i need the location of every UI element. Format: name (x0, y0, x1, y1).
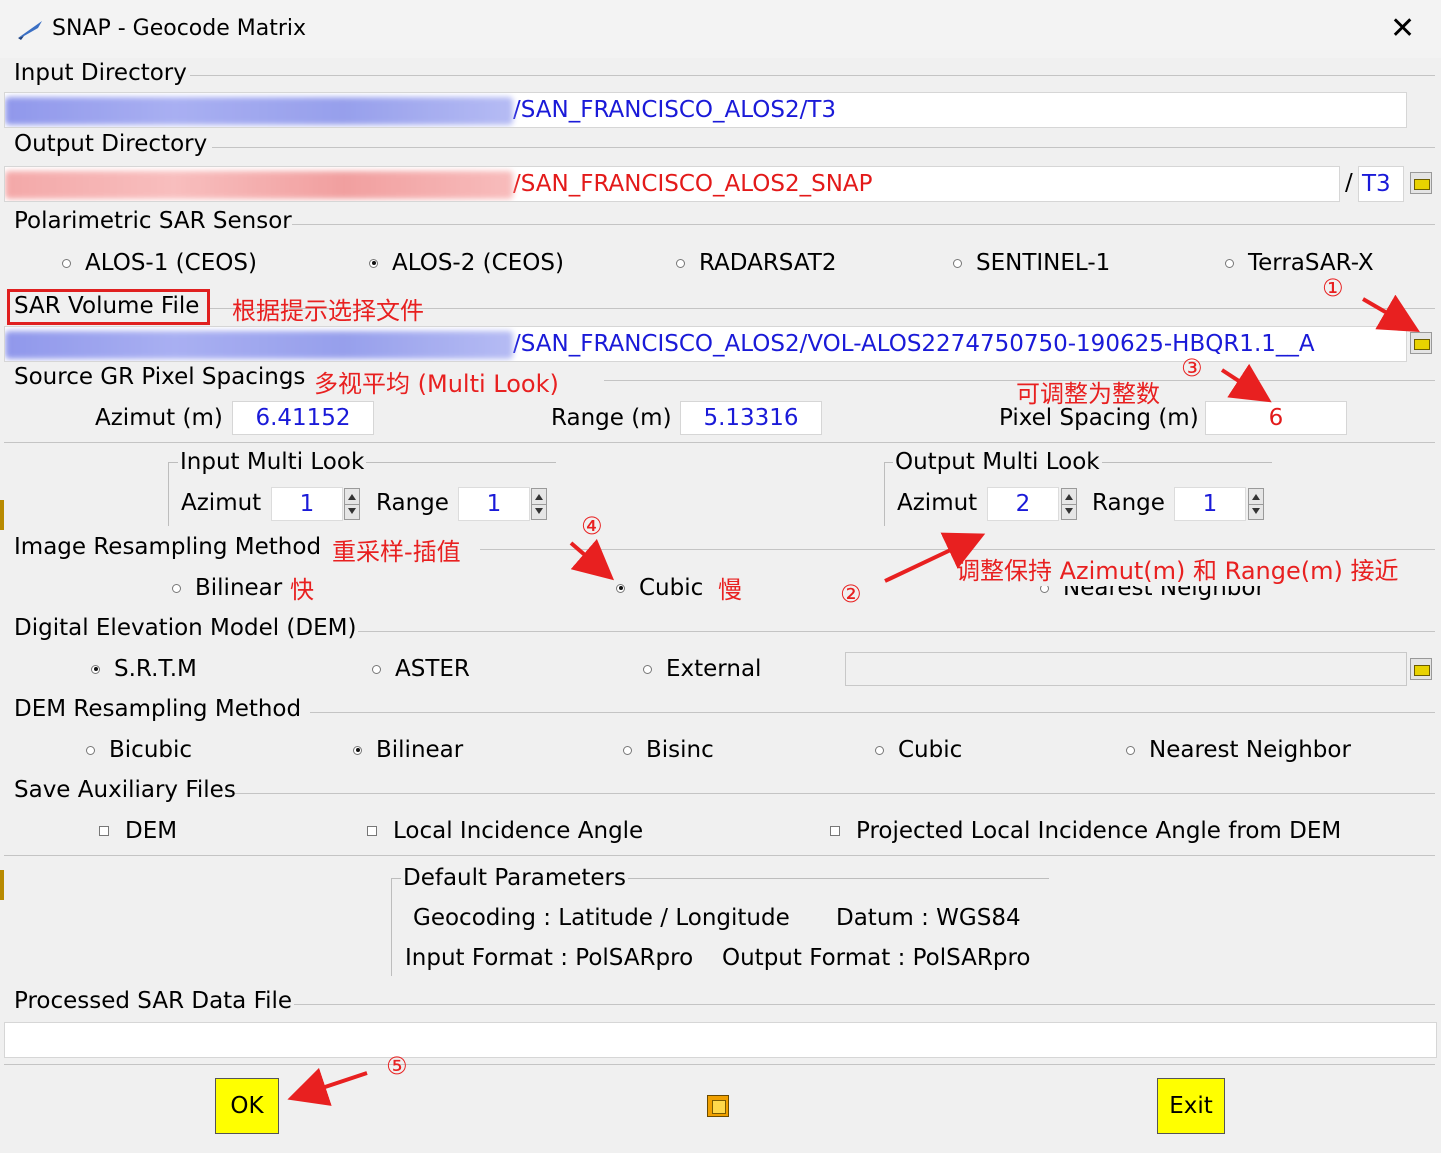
annotation-arrows (287, 294, 1420, 1106)
arrow-3 (1220, 363, 1272, 403)
arrow-1 (1361, 294, 1420, 333)
arrow-5 (287, 1067, 368, 1106)
arrow-4 (569, 538, 615, 581)
arrow-2 (884, 532, 986, 583)
